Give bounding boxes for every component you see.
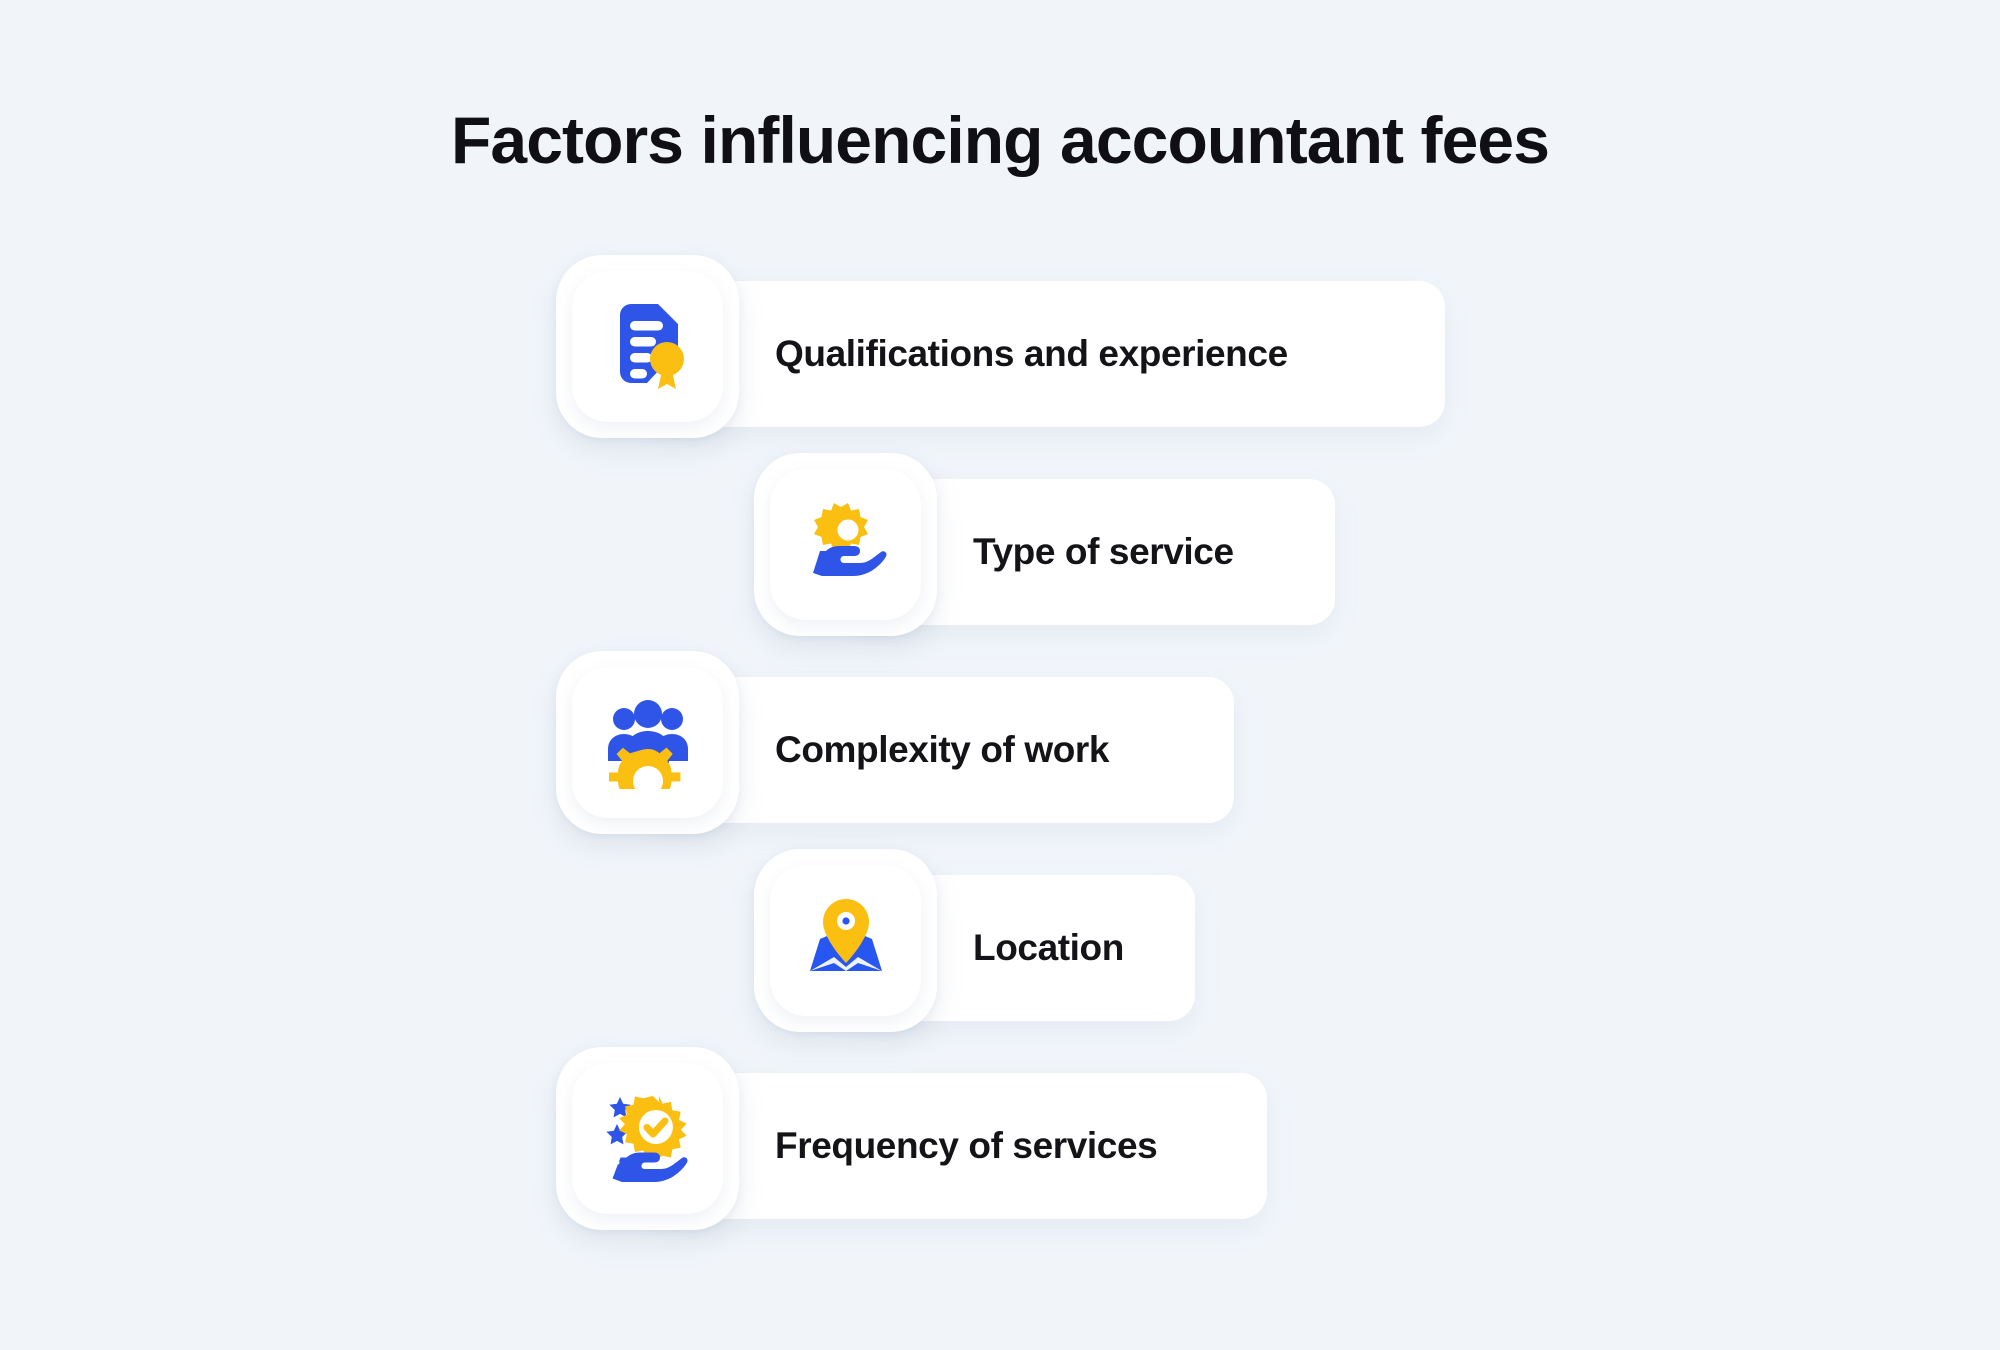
- page-title: Factors influencing accountant fees: [450, 103, 1550, 177]
- team-gear-icon: [602, 697, 694, 789]
- factor-icon-tile: [770, 865, 921, 1016]
- factor-icon-tile: [770, 469, 921, 620]
- factor-bar: Qualifications and experience: [645, 281, 1445, 427]
- factor-icon-frame: [556, 651, 739, 834]
- factor-label: Frequency of services: [775, 1125, 1158, 1166]
- map-pin-icon: [800, 895, 892, 987]
- factor-icon-tile: [572, 271, 723, 422]
- factor-icon-frame: [754, 849, 937, 1032]
- factor-label: Qualifications and experience: [775, 333, 1288, 374]
- infographic-page: Factors influencing accountant fees Qual…: [0, 0, 2000, 1350]
- factor-icon-frame: [754, 453, 937, 636]
- factor-row[interactable]: Frequency of services: [0, 1047, 2000, 1245]
- factor-icon-frame: [556, 255, 739, 438]
- certificate-award-icon: [602, 301, 694, 393]
- factor-row[interactable]: Location: [0, 849, 2000, 1047]
- factor-row[interactable]: Type of service: [0, 453, 2000, 651]
- factor-label: Location: [973, 927, 1124, 968]
- hand-gear-icon: [800, 499, 892, 591]
- factor-row[interactable]: Qualifications and experience: [0, 255, 2000, 453]
- factor-label: Type of service: [973, 531, 1234, 572]
- factor-row[interactable]: Complexity of work: [0, 651, 2000, 849]
- factor-icon-tile: [572, 667, 723, 818]
- factor-label: Complexity of work: [775, 729, 1110, 770]
- factor-icon-tile: [572, 1063, 723, 1214]
- factors-list: Qualifications and experience Type of se…: [0, 255, 2000, 1245]
- factor-icon-frame: [556, 1047, 739, 1230]
- hand-stars-quality-icon: [602, 1093, 694, 1185]
